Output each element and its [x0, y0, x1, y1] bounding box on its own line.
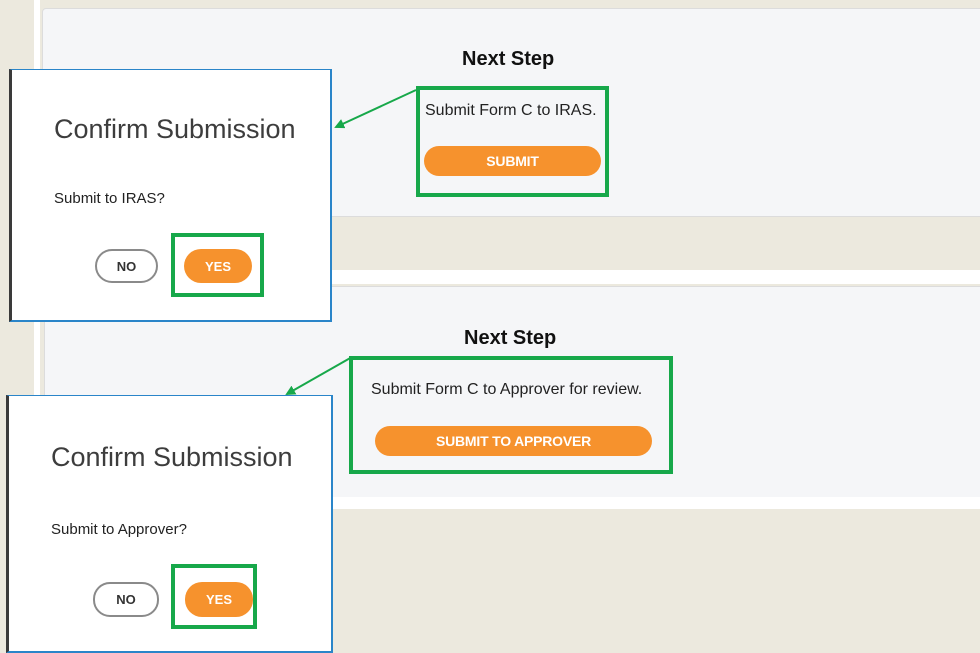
no-button[interactable]: NO [95, 249, 158, 283]
next-step-title: Next Step [462, 48, 555, 70]
dialog-question: Submit to Approver? [51, 521, 187, 538]
confirm-submission-dialog-approver: Confirm Submission Submit to Approver? N… [6, 395, 333, 653]
dialog-title: Confirm Submission [51, 442, 293, 472]
no-button[interactable]: NO [93, 582, 159, 617]
highlight-box-yes [171, 233, 264, 297]
next-step-title: Next Step [464, 327, 557, 349]
dialog-question: Submit to IRAS? [54, 190, 165, 207]
highlight-box-yes [171, 564, 257, 629]
highlight-box-submit-to-approver [349, 356, 673, 474]
dialog-title: Confirm Submission [54, 114, 296, 144]
highlight-box-submit [416, 86, 609, 197]
